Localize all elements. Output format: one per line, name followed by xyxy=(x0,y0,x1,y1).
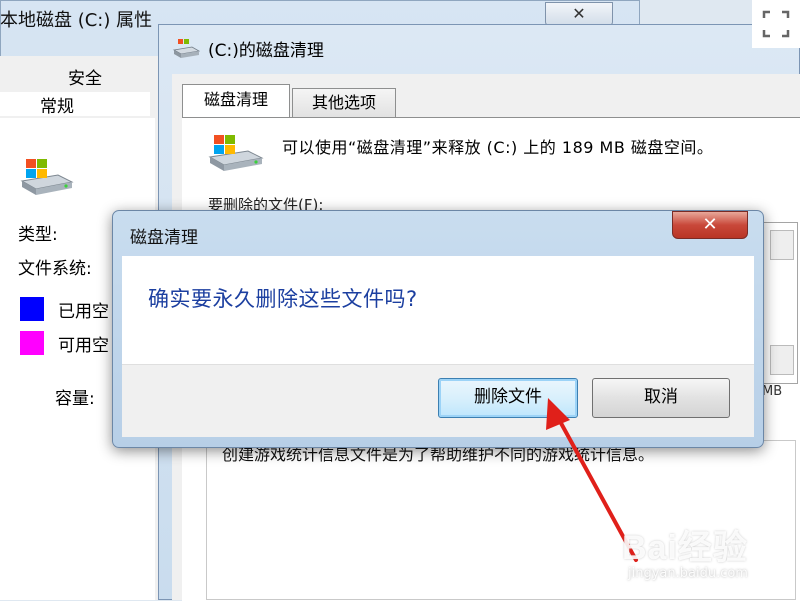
watermark-url: jingyan.baidu.com xyxy=(628,566,748,581)
expand-corners-icon xyxy=(762,10,790,38)
dialog-close-button[interactable]: ✕ xyxy=(672,211,748,239)
corner-expand-box xyxy=(752,0,800,48)
tab-security[interactable]: 安全 xyxy=(30,64,140,89)
properties-window-title: 本地磁盘 (C:) 属性 xyxy=(0,10,153,31)
free-space-swatch xyxy=(20,331,44,355)
properties-close-button[interactable]: ✕ xyxy=(545,2,613,26)
total-size-text: MB xyxy=(762,384,783,399)
cleanup-title-drive-icon xyxy=(172,39,200,58)
free-space-label: 可用空 xyxy=(58,336,109,356)
cancel-button[interactable]: 取消 xyxy=(592,378,730,418)
used-space-label: 已用空 xyxy=(58,302,109,322)
dialog-message: 确实要永久删除这些文件吗? xyxy=(148,287,418,311)
tab-more-options[interactable]: 其他选项 xyxy=(292,88,396,118)
type-label: 类型: xyxy=(18,225,58,245)
capacity-label: 容量: xyxy=(55,389,95,409)
cleanup-description: 可以使用“磁盘清理”来释放 (C:) 上的 189 MB 磁盘空间。 xyxy=(282,138,714,157)
dialog-title: 磁盘清理 xyxy=(130,228,198,248)
list-scroll-down-button[interactable] xyxy=(770,345,794,375)
list-scroll-up-button[interactable] xyxy=(770,230,794,260)
tab-disk-cleanup[interactable]: 磁盘清理 xyxy=(182,84,290,118)
drive-icon xyxy=(20,159,74,195)
tab-general[interactable]: 常规 xyxy=(0,92,150,117)
delete-files-button[interactable]: 删除文件 xyxy=(438,378,578,418)
filesystem-label: 文件系统: xyxy=(18,259,92,279)
cleanup-drive-icon xyxy=(208,135,264,171)
used-space-swatch xyxy=(20,297,44,321)
watermark-brand: Bai经验 xyxy=(622,529,748,567)
cleanup-window-title: (C:)的磁盘清理 xyxy=(208,41,324,61)
